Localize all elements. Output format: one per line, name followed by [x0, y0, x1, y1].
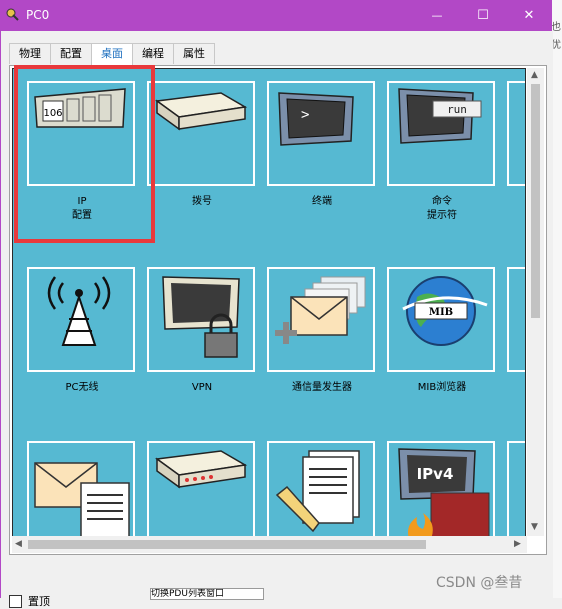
scroll-down-icon[interactable]: ▼: [531, 522, 538, 532]
tab-bar: 物理 配置 桌面 编程 属性: [9, 43, 215, 66]
mib-text: MIB: [429, 307, 453, 318]
traffic-generator-icon: [269, 276, 373, 373]
wireless-icon: [29, 276, 133, 373]
email-app[interactable]: [27, 441, 135, 537]
app-label: VPN: [191, 382, 213, 393]
tab-physical[interactable]: 物理: [9, 43, 51, 64]
tab-programming[interactable]: 编程: [132, 43, 174, 64]
tab-config[interactable]: 配置: [50, 43, 92, 64]
horizontal-scrollbar[interactable]: ◀ ▶: [12, 536, 527, 553]
app-icon: [6, 7, 20, 26]
partial-app-tile[interactable]: [507, 267, 525, 372]
terminal-app[interactable]: >: [267, 81, 375, 186]
command-prompt-app[interactable]: run: [387, 81, 495, 186]
title-bar[interactable]: PC0 — ☐ ✕: [0, 0, 552, 31]
vertical-scroll-thumb[interactable]: [531, 84, 540, 318]
maximize-icon: ☐: [477, 8, 489, 23]
pppoe-dialer-app[interactable]: [147, 441, 255, 537]
scroll-left-icon[interactable]: ◀: [15, 539, 22, 549]
mib-browser-icon: MIB: [389, 276, 493, 373]
app-label: MIB浏览器: [417, 382, 467, 393]
maximize-button[interactable]: ☐: [460, 0, 506, 31]
terminal-prompt: >: [301, 107, 309, 123]
background-pdu-button: 切换PDU列表窗口: [150, 588, 264, 600]
run-text: run: [447, 103, 467, 116]
app-label: 通信量发生器: [292, 382, 352, 393]
dialer-app[interactable]: [147, 81, 255, 186]
traffic-generator-app[interactable]: [267, 267, 375, 372]
highlight-box: [14, 65, 155, 243]
scroll-right-icon[interactable]: ▶: [514, 539, 521, 549]
wireless-app[interactable]: [27, 267, 135, 372]
vpn-app[interactable]: [147, 267, 255, 372]
app-label: 终端: [312, 196, 332, 207]
dialer-icon: [149, 92, 253, 187]
window-title: PC0: [26, 8, 50, 22]
watermark: CSDN @叁昔: [436, 575, 523, 591]
vertical-scrollbar[interactable]: ▲ ▼: [527, 68, 544, 536]
close-icon: ✕: [523, 8, 535, 23]
close-button[interactable]: ✕: [506, 0, 552, 31]
mib-browser-app[interactable]: MIB: [387, 267, 495, 372]
app-label: PC无线: [65, 382, 99, 393]
text-editor-app[interactable]: [267, 441, 375, 537]
horizontal-scroll-thumb[interactable]: [28, 540, 426, 549]
scroll-up-icon[interactable]: ▲: [531, 70, 538, 80]
command-prompt-icon: run: [389, 88, 493, 187]
tab-attributes[interactable]: 属性: [173, 43, 215, 64]
partial-app-tile[interactable]: [507, 441, 525, 537]
minimize-icon: —: [431, 9, 443, 22]
ipv4-text: IPv4: [417, 465, 454, 483]
pin-label: 置顶: [28, 595, 50, 608]
minimize-button[interactable]: —: [414, 0, 460, 31]
app-label: 命令 提示符: [427, 196, 457, 221]
tab-desktop[interactable]: 桌面: [91, 43, 133, 66]
pin-checkbox[interactable]: [9, 594, 22, 608]
terminal-icon: >: [269, 92, 373, 187]
firewall-app[interactable]: IPv4: [387, 441, 495, 537]
pin-on-top[interactable]: 置顶: [9, 593, 50, 609]
vpn-icon: [149, 276, 253, 373]
partial-app-tile[interactable]: [507, 81, 525, 186]
